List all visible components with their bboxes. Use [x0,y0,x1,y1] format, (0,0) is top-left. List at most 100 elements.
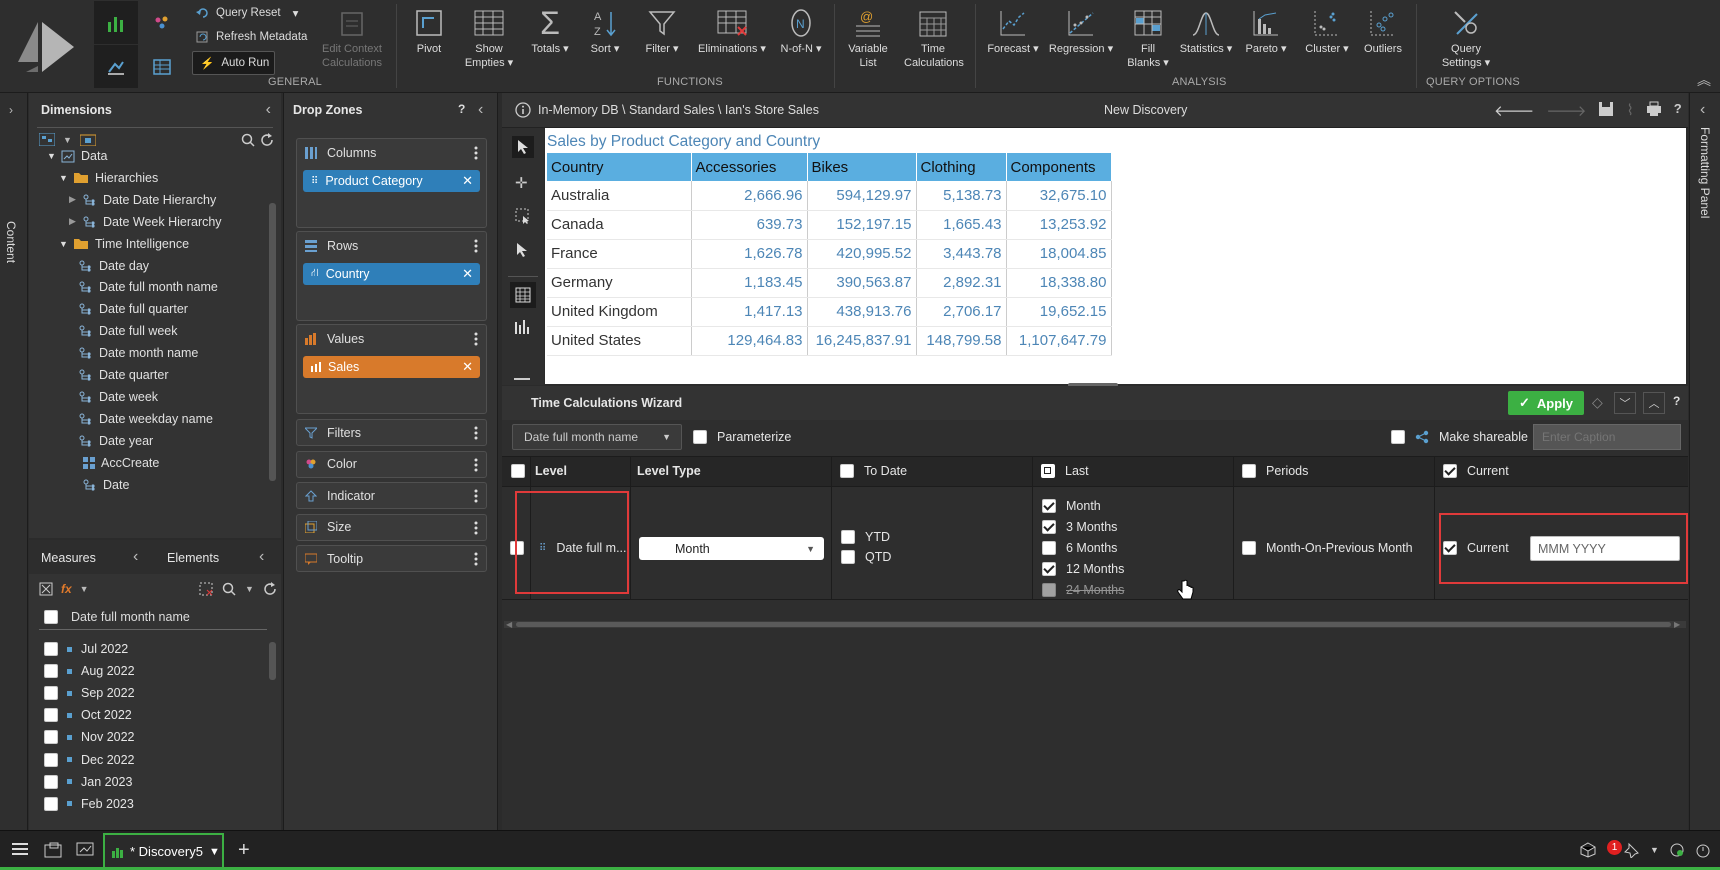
outliers-button[interactable]: Outliers [1360,4,1406,56]
item-checkbox[interactable] [44,708,58,723]
chevron-left-icon[interactable]: ‹ [133,548,138,566]
chart-view-button[interactable] [94,1,138,44]
marquee-select-icon[interactable] [515,208,531,224]
diamond-icon[interactable]: ◇ [1592,394,1603,411]
apply-button[interactable]: ✓ Apply [1508,391,1584,415]
statistics-button[interactable]: Statistics ▾ [1178,4,1234,56]
regression-button[interactable]: Regression ▾ [1046,4,1116,56]
tooltip-zone[interactable]: Tooltip [296,545,487,572]
option-checkbox[interactable] [1042,562,1056,576]
level-select[interactable]: Date full month name ▼ [512,424,682,450]
more-icon[interactable] [474,458,478,472]
value-cell[interactable]: 18,338.80 [1006,268,1112,298]
tree-item[interactable]: Date week [79,390,158,404]
presentation-icon[interactable] [76,842,94,858]
forecast-button[interactable]: Forecast ▾ [984,4,1042,56]
value-cell[interactable]: 1,665.43 [916,210,1007,240]
tab-measures[interactable]: Measures [41,551,96,565]
level-type-select[interactable]: Month ▼ [639,537,824,560]
more-icon[interactable] [474,426,478,440]
time-calculations-button[interactable]: Time Calculations [904,4,964,70]
option-checkbox[interactable] [1042,583,1056,597]
tree-item[interactable]: Date full month name [79,280,218,294]
auto-run-toggle[interactable]: ⚡ Auto Run [192,51,275,75]
drill-cursor-icon[interactable] [515,242,531,258]
value-cell[interactable]: 129,464.83 [691,326,808,356]
add-tab-icon[interactable]: + [238,839,250,862]
menu-icon[interactable] [12,842,28,856]
query-reset-button[interactable]: Query Reset ▾ [196,6,298,20]
expand-right-icon[interactable]: ▶ [69,216,77,227]
tree-item[interactable]: Date full week [79,324,178,338]
network-icon[interactable] [1669,842,1685,858]
row-header-cell[interactable]: Australia [547,181,692,211]
back-icon[interactable]: 🡐 [1494,101,1534,120]
expand-down-icon[interactable]: ▼ [47,151,56,161]
crosshair-icon[interactable]: ✛ [515,174,528,192]
last-option[interactable]: 24 Months [1042,583,1124,597]
formatting-panel-tab[interactable]: ‹ Formatting Panel [1689,93,1720,830]
layout-button[interactable] [94,45,138,88]
option-checkbox[interactable] [1042,520,1056,534]
tree-item[interactable]: ▼ Time Intelligence [59,237,189,251]
select-tool-icon[interactable] [512,136,534,158]
discovery5-tab[interactable]: * Discovery5 ▼ [103,833,224,868]
current-all-checkbox[interactable] [1443,464,1457,478]
pareto-button[interactable]: Pareto ▾ [1238,4,1294,56]
tab-elements[interactable]: Elements [167,551,219,565]
collapse-ribbon-icon[interactable]: ︽ [1697,70,1711,90]
tree-item[interactable]: ▶ Date Week Hierarchy [69,215,222,229]
last-all-checkbox[interactable] [1041,464,1055,478]
refresh-metadata-button[interactable]: Refresh Metadata [196,31,307,43]
tree-item[interactable]: Date full quarter [79,302,188,316]
value-cell[interactable]: 594,129.97 [807,181,917,211]
to-date-option[interactable]: YTD [841,530,890,544]
indicator-zone[interactable]: Indicator [296,482,487,509]
edit-context-calculations-button[interactable]: Edit Context Calculations [316,4,388,70]
option-checkbox[interactable] [841,550,855,564]
value-cell[interactable]: 5,138.73 [916,181,1007,211]
collapse-dimensions-icon[interactable]: ‹ [266,101,271,119]
list-item[interactable]: Jan 2023 [44,774,132,789]
tree-item[interactable]: ▼ Data [47,149,107,163]
list-item[interactable]: Sep 2022 [44,686,135,701]
color-zone[interactable]: Color [296,450,487,478]
rows-zone[interactable]: Rows ⛙ Country ✕ [296,231,487,321]
expand-right-icon[interactable]: ▶ [69,194,77,205]
row-header-cell[interactable]: United States [547,326,692,356]
clear-selection-icon[interactable] [39,582,53,596]
collapse-elements-icon[interactable]: ‹ [259,548,264,566]
make-shareable-checkbox[interactable] [1391,430,1405,444]
sort-button[interactable]: A Z Sort ▾ [580,4,630,56]
filter-button[interactable]: Filter ▾ [636,4,688,56]
list-item[interactable]: Dec 2022 [44,752,135,767]
sales-chip[interactable]: Sales ✕ [303,356,480,378]
tree-item[interactable]: Date month name [79,346,198,360]
list-item[interactable]: Aug 2022 [44,664,135,679]
refresh-icon[interactable] [260,133,274,147]
chart-view-icon[interactable] [514,318,532,334]
values-zone[interactable]: Values Sales ✕ [296,324,487,414]
option-checkbox[interactable] [1042,499,1056,513]
value-cell[interactable]: 1,417.13 [691,297,808,327]
scrollbar[interactable] [269,203,276,481]
chevron-down-icon[interactable]: ▼ [245,584,254,594]
scroll-right-icon[interactable]: ▶ [1674,620,1680,629]
scrollbar[interactable] [269,642,276,680]
product-category-chip[interactable]: ⠿ Product Category ✕ [303,170,480,192]
to-date-all-checkbox[interactable] [840,464,854,478]
tree-item[interactable]: AccCreate [69,456,159,470]
scroll-left-icon[interactable]: ◀ [506,620,512,629]
more-icon[interactable] [474,239,478,253]
print-icon[interactable] [1646,101,1662,120]
filters-zone[interactable]: Filters [296,419,487,446]
deselect-icon[interactable] [199,582,213,596]
value-cell[interactable]: 3,443.78 [916,239,1007,269]
list-item[interactable]: Jul 2022 [44,642,128,656]
cluster-button[interactable]: Cluster ▾ [1298,4,1356,56]
tree-item[interactable]: Date quarter [79,368,168,382]
select-all-checkbox[interactable] [44,610,58,624]
list-item[interactable]: Oct 2022 [44,708,132,723]
value-cell[interactable]: 420,995.52 [807,239,917,269]
pivot-button[interactable]: Pivot [404,4,454,56]
